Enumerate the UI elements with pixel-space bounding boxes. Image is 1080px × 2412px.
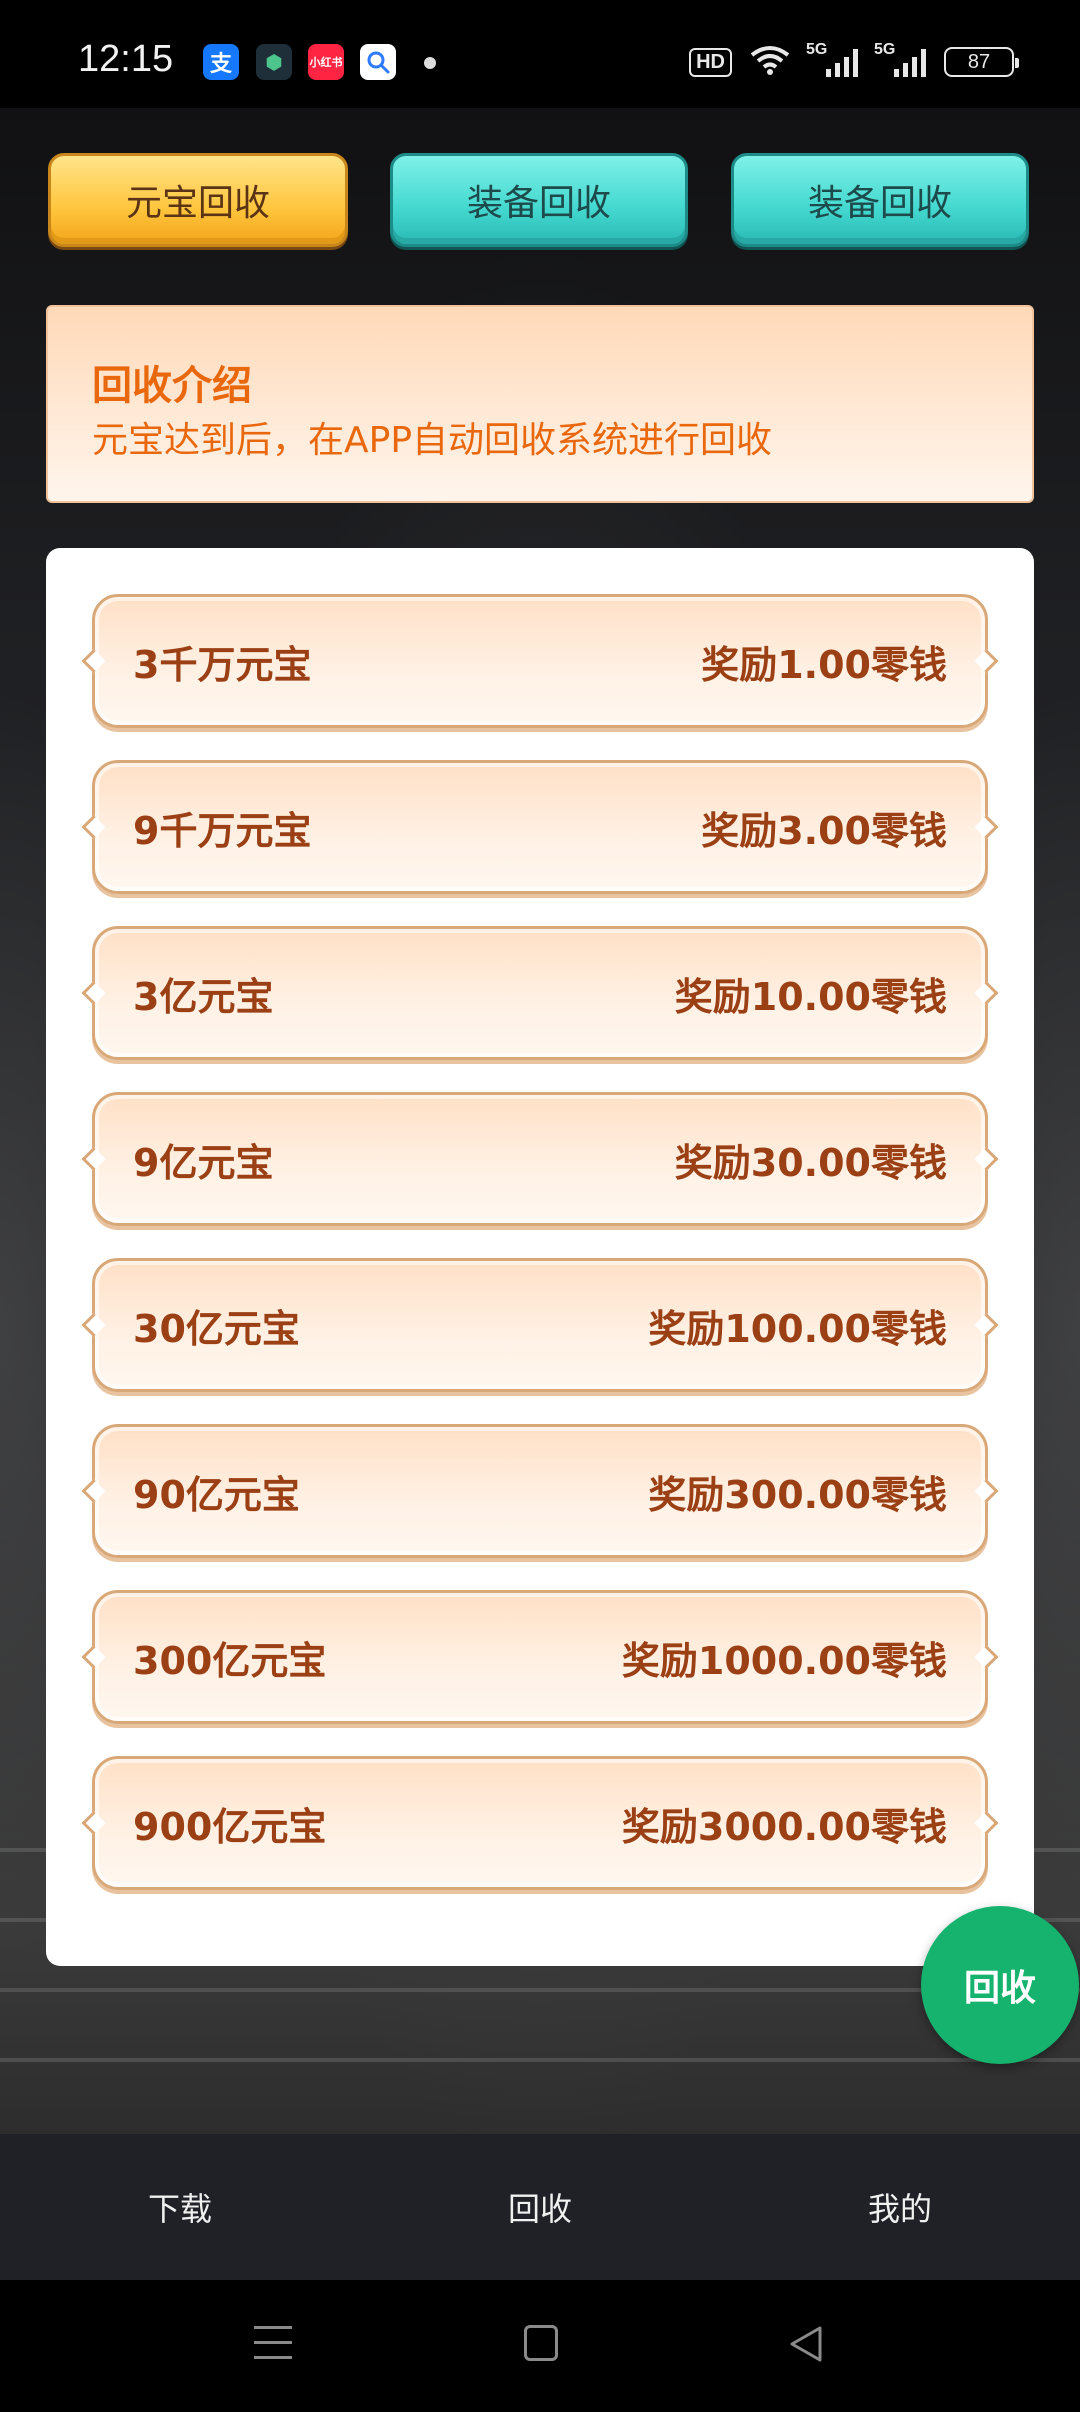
recycle-option[interactable]: 900亿元宝 奖励3000.00零钱 [92, 1756, 988, 1890]
network-type-label: 5G [874, 41, 896, 58]
recycle-option[interactable]: 90亿元宝 奖励300.00零钱 [92, 1424, 988, 1558]
reward-amount: 奖励300.00零钱 [648, 1472, 947, 1517]
search-app-icon [360, 44, 396, 80]
status-bar: 12:15 支 ⬢ 小红书 HD 5G 5G 87 [0, 0, 1080, 108]
yuanbao-amount: 90亿元宝 [133, 1472, 300, 1517]
intro-title: 回收介绍 [92, 363, 252, 409]
back-icon[interactable] [786, 2324, 826, 2364]
alipay-icon: 支 [203, 44, 239, 80]
status-time: 12:15 [78, 38, 174, 80]
tab-equipment-recycle-2[interactable]: 装备回收 [731, 153, 1029, 247]
nav-download[interactable]: 下载 [0, 2134, 360, 2280]
cellular-signal-icon: 5G [874, 41, 926, 77]
recycle-option[interactable]: 300亿元宝 奖励1000.00零钱 [92, 1590, 988, 1724]
cellular-signal-icon: 5G [806, 41, 858, 77]
yuanbao-amount: 300亿元宝 [133, 1638, 327, 1683]
hd-icon: HD [689, 47, 732, 77]
reward-amount: 奖励10.00零钱 [674, 974, 947, 1019]
recycle-option[interactable]: 3亿元宝 奖励10.00零钱 [92, 926, 988, 1060]
yuanbao-amount: 3亿元宝 [133, 974, 274, 1019]
nav-mine[interactable]: 我的 [720, 2134, 1080, 2280]
wifi-icon [750, 45, 790, 80]
recycle-option[interactable]: 9千万元宝 奖励3.00零钱 [92, 760, 988, 894]
bottom-nav: 下载 回收 我的 [0, 2134, 1080, 2280]
battery-icon: 87 [944, 47, 1019, 77]
recycle-intro-card: 回收介绍 元宝达到后，在APP自动回收系统进行回收 [46, 305, 1034, 503]
xiaohongshu-icon: 小红书 [308, 44, 344, 80]
recycle-option[interactable]: 9亿元宝 奖励30.00零钱 [92, 1092, 988, 1226]
tab-equipment-recycle[interactable]: 装备回收 [390, 153, 688, 247]
yuanbao-amount: 3千万元宝 [133, 642, 312, 687]
yuanbao-amount: 9千万元宝 [133, 808, 312, 853]
reward-amount: 奖励30.00零钱 [674, 1140, 947, 1185]
nav-recycle[interactable]: 回收 [360, 2134, 720, 2280]
notification-dot-icon [424, 57, 436, 69]
battery-level: 87 [967, 50, 991, 73]
reward-amount: 奖励3000.00零钱 [621, 1804, 947, 1849]
reward-amount: 奖励1000.00零钱 [621, 1638, 947, 1683]
recycle-option[interactable]: 3千万元宝 奖励1.00零钱 [92, 594, 988, 728]
background-step [0, 1988, 1080, 1992]
background-step [0, 2058, 1080, 2062]
recycle-fab-button[interactable]: 回收 [921, 1906, 1079, 2064]
status-indicators: HD 5G 5G 87 [689, 40, 1019, 84]
yuanbao-amount: 900亿元宝 [133, 1804, 327, 1849]
reward-amount: 奖励3.00零钱 [701, 808, 947, 853]
recent-apps-icon[interactable] [254, 2326, 292, 2360]
shield-app-icon: ⬢ [256, 44, 292, 80]
recycle-list-panel: 3千万元宝 奖励1.00零钱 9千万元宝 奖励3.00零钱 3亿元宝 奖励10.… [46, 548, 1034, 1966]
network-type-label: 5G [806, 41, 828, 58]
yuanbao-amount: 30亿元宝 [133, 1306, 300, 1351]
yuanbao-amount: 9亿元宝 [133, 1140, 274, 1185]
tab-yuanbao-recycle[interactable]: 元宝回收 [48, 153, 348, 247]
system-navigation-bar [0, 2280, 1080, 2412]
intro-description: 元宝达到后，在APP自动回收系统进行回收 [92, 420, 773, 461]
reward-amount: 奖励100.00零钱 [648, 1306, 947, 1351]
home-icon[interactable] [524, 2325, 558, 2361]
recycle-option[interactable]: 30亿元宝 奖励100.00零钱 [92, 1258, 988, 1392]
reward-amount: 奖励1.00零钱 [701, 642, 947, 687]
